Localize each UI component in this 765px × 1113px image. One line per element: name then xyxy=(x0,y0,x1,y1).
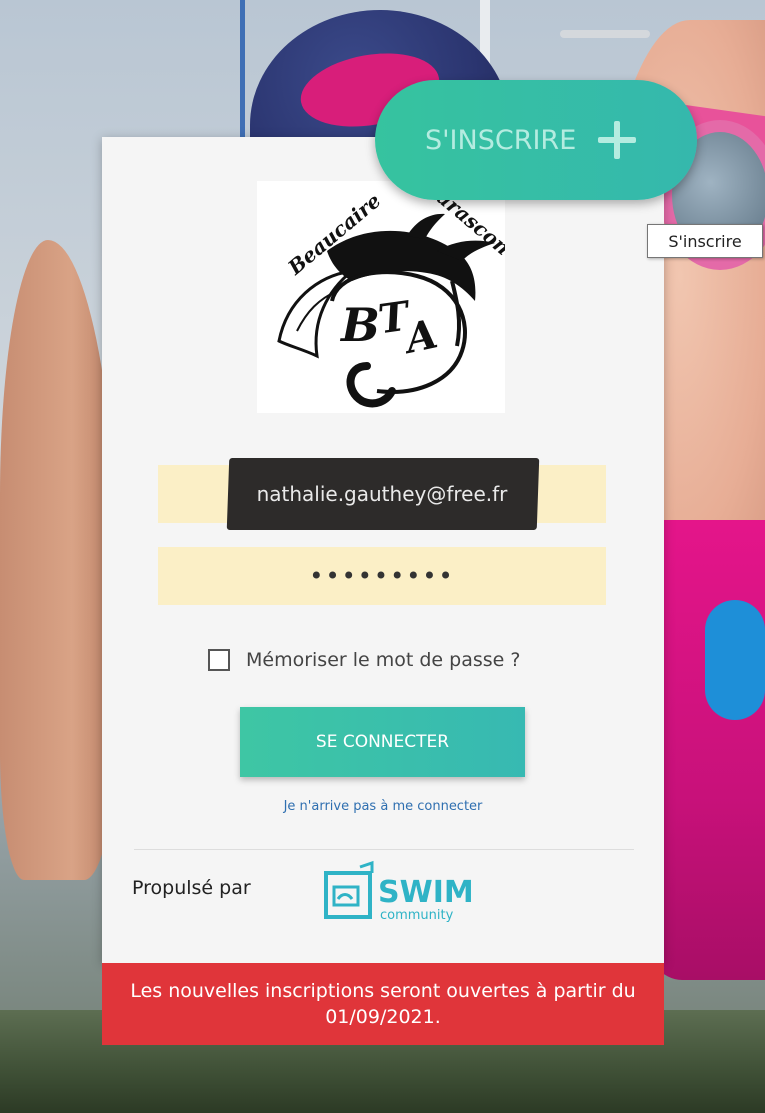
plus-icon xyxy=(598,121,637,159)
signup-button[interactable]: S'INSCRIRE xyxy=(375,80,697,200)
password-mask: ••••••••• xyxy=(309,562,455,590)
powered-by-label: Propulsé par xyxy=(132,877,251,899)
background-swimsuit-detail xyxy=(705,600,765,720)
forgot-login-link[interactable]: Je n'arrive pas à me connecter xyxy=(102,799,664,814)
remember-password-row[interactable]: Mémoriser le mot de passe ? xyxy=(208,649,520,671)
swim-brand-name: SWIM xyxy=(378,875,474,910)
swim-community-logo[interactable]: SWIM community xyxy=(320,859,480,929)
swim-brand-sub: community xyxy=(380,908,454,923)
club-logo: B T A Beaucaire Tarascon xyxy=(257,181,505,413)
remember-label: Mémoriser le mot de passe ? xyxy=(246,649,521,671)
logo-initials: B xyxy=(339,298,380,352)
password-field[interactable]: ••••••••• xyxy=(158,547,606,605)
connect-button[interactable]: SE CONNECTER xyxy=(240,707,525,777)
login-card: B T A Beaucaire Tarascon nathalie.gauthe… xyxy=(102,137,664,963)
signup-tooltip: S'inscrire xyxy=(647,224,763,258)
dolphin-logo-icon: B T A Beaucaire Tarascon xyxy=(257,181,505,413)
divider xyxy=(134,849,634,850)
annotation-arrow-vertical xyxy=(240,0,245,156)
signup-label: S'INSCRIRE xyxy=(425,124,577,156)
remember-checkbox[interactable] xyxy=(208,649,230,671)
registration-notice: Les nouvelles inscriptions seront ouvert… xyxy=(102,963,664,1045)
email-value: nathalie.gauthey@free.fr xyxy=(256,482,508,506)
background-rail xyxy=(560,30,650,38)
login-screen: B T A Beaucaire Tarascon nathalie.gauthe… xyxy=(0,0,765,1113)
swim-community-logo-icon: SWIM community xyxy=(324,860,474,923)
notice-text: Les nouvelles inscriptions seront ouvert… xyxy=(130,980,636,1028)
email-field[interactable]: nathalie.gauthey@free.fr xyxy=(158,458,606,530)
